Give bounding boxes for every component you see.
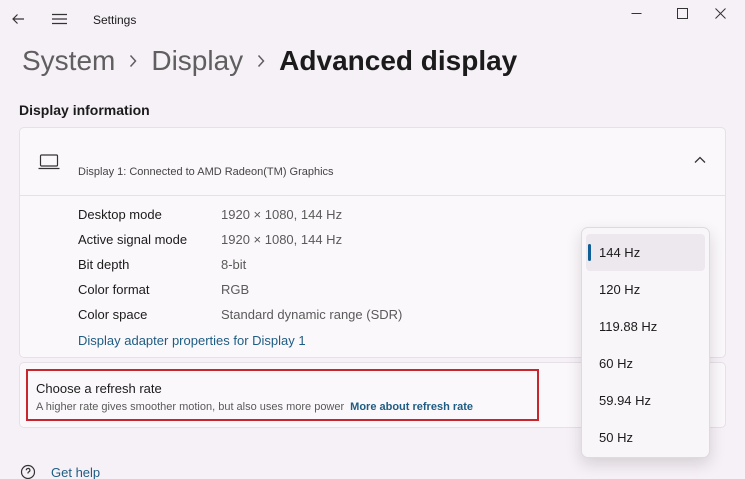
- display-name: Display 1: Connected to AMD Radeon(TM) G…: [78, 166, 334, 178]
- section-title: Display information: [19, 102, 150, 118]
- refresh-rate-option-50[interactable]: 50 Hz: [586, 419, 705, 456]
- close-button[interactable]: [697, 0, 743, 26]
- more-about-refresh-rate-link[interactable]: More about refresh rate: [350, 401, 473, 413]
- info-value: 8-bit: [221, 257, 247, 272]
- chevron-right-icon: [129, 54, 137, 68]
- info-label: Color space: [78, 307, 148, 322]
- info-row: Color format RGB: [78, 277, 402, 302]
- chevron-up-icon[interactable]: [694, 156, 706, 164]
- refresh-rate-option-60[interactable]: 60 Hz: [586, 345, 705, 382]
- close-icon: [714, 7, 726, 19]
- chevron-right-icon: [257, 54, 265, 68]
- info-label: Color format: [78, 282, 150, 297]
- display-adapter-properties-link[interactable]: Display adapter properties for Display 1: [78, 333, 306, 348]
- minimize-button[interactable]: [613, 0, 659, 26]
- laptop-monitor-icon: [38, 154, 60, 170]
- refresh-rate-option-119-88[interactable]: 119.88 Hz: [586, 308, 705, 345]
- info-label: Active signal mode: [78, 232, 188, 247]
- get-help-label: Get help: [51, 464, 101, 479]
- breadcrumb: System Display Advanced display: [22, 42, 517, 80]
- page-title: Advanced display: [279, 45, 518, 76]
- display-info-rows: Desktop mode 1920 × 1080, 144 Hz Active …: [78, 202, 402, 327]
- refresh-rate-option-144[interactable]: 144 Hz: [586, 234, 705, 271]
- refresh-rate-description: A higher rate gives smoother motion, but…: [36, 401, 473, 413]
- help-icon: [20, 464, 36, 479]
- title-bar: Settings: [0, 0, 745, 40]
- refresh-rate-option-120[interactable]: 120 Hz: [586, 271, 705, 308]
- refresh-rate-description-text: A higher rate gives smoother motion, but…: [36, 401, 345, 413]
- hamburger-menu-icon: [51, 13, 67, 25]
- navigation-menu-button[interactable]: [46, 6, 72, 32]
- back-arrow-icon: [12, 14, 24, 24]
- info-value: 1920 × 1080, 144 Hz: [221, 207, 343, 222]
- refresh-rate-title: Choose a refresh rate: [36, 381, 162, 396]
- info-value: 1920 × 1080, 144 Hz: [221, 232, 343, 247]
- minimize-icon: [631, 12, 641, 14]
- get-help-link[interactable]: Get help: [20, 464, 100, 479]
- info-row: Active signal mode 1920 × 1080, 144 Hz: [78, 227, 402, 252]
- info-label: Bit depth: [78, 257, 130, 272]
- breadcrumb-system[interactable]: System: [22, 45, 115, 77]
- refresh-rate-dropdown[interactable]: 144 Hz 120 Hz 119.88 Hz 60 Hz 59.94 Hz 5…: [581, 227, 710, 458]
- info-label: Desktop mode: [78, 207, 162, 222]
- display-info-header[interactable]: Display 1: Connected to AMD Radeon(TM) G…: [20, 128, 725, 196]
- back-button[interactable]: [5, 6, 31, 32]
- maximize-icon: [676, 7, 688, 19]
- info-value: RGB: [221, 282, 250, 297]
- info-row: Desktop mode 1920 × 1080, 144 Hz: [78, 202, 402, 227]
- info-value: Standard dynamic range (SDR): [221, 307, 403, 322]
- app-title: Settings: [93, 13, 137, 27]
- info-row: Bit depth 8-bit: [78, 252, 402, 277]
- refresh-rate-option-59-94[interactable]: 59.94 Hz: [586, 382, 705, 419]
- info-row: Color space Standard dynamic range (SDR): [78, 302, 402, 327]
- breadcrumb-display[interactable]: Display: [151, 45, 243, 77]
